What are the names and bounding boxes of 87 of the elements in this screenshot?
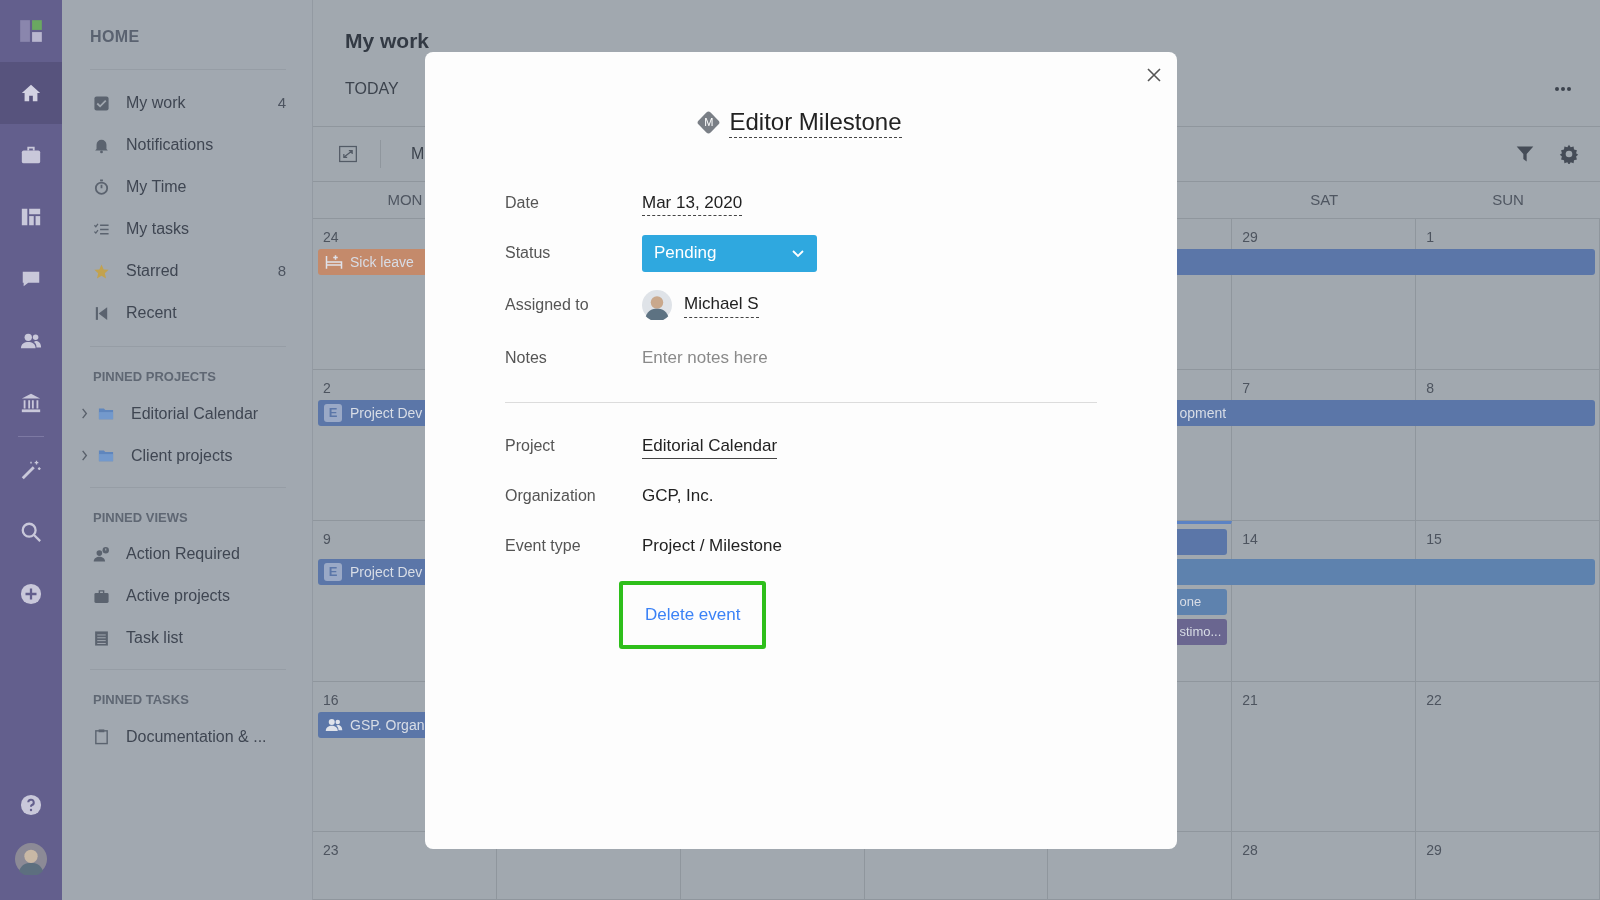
badge: E xyxy=(324,404,342,422)
nav-item[interactable]: Recent xyxy=(93,292,286,334)
chevron-icon[interactable] xyxy=(80,407,89,419)
filter-icon[interactable] xyxy=(1515,144,1535,164)
weekday-header: MON xyxy=(387,189,423,210)
milestone-badge: M xyxy=(696,110,721,135)
chevron-icon[interactable] xyxy=(80,449,89,461)
date-number: 22 xyxy=(1425,691,1442,708)
field-label: Organization xyxy=(505,486,597,506)
close-button[interactable] xyxy=(1147,68,1161,82)
section-heading: PINNED TASKS xyxy=(93,691,189,709)
badge: E xyxy=(324,563,342,581)
expand-icon[interactable] xyxy=(338,144,358,164)
avatar xyxy=(15,843,47,875)
clipboard-icon xyxy=(93,728,110,745)
field-label: Notes xyxy=(505,347,548,368)
help-icon xyxy=(20,794,42,816)
field-value: GCP, Inc. xyxy=(642,485,714,508)
view-label: M xyxy=(411,144,425,164)
section-heading: HOME xyxy=(90,0,140,70)
date-number: 28 xyxy=(1241,841,1258,858)
date-value[interactable]: Mar 13, 2020 xyxy=(642,189,743,217)
date-number: 24 xyxy=(322,228,339,245)
nav-item[interactable]: Task list xyxy=(93,617,286,659)
field-label: Assigned to xyxy=(505,294,590,315)
nav-item[interactable]: Active projects xyxy=(93,575,286,617)
more-menu-icon[interactable] xyxy=(1554,85,1572,92)
logo-icon xyxy=(18,17,44,45)
project-link[interactable]: Editorial Calendar xyxy=(642,432,778,460)
date-number: 8 xyxy=(1425,379,1434,396)
list-icon xyxy=(93,629,110,647)
section-heading: PINNED VIEWS xyxy=(93,508,188,527)
people-icon xyxy=(324,716,344,734)
briefcase-icon xyxy=(93,587,110,605)
avatar xyxy=(642,289,672,320)
bank-icon xyxy=(20,392,42,414)
nav-item[interactable]: My Time xyxy=(93,166,286,208)
star-icon xyxy=(93,262,110,280)
date-number: 1 xyxy=(1425,228,1434,245)
magic-wand-icon xyxy=(20,459,42,481)
weekday-header: SAT xyxy=(1310,189,1339,210)
date-number: 16 xyxy=(322,691,339,708)
nav-item[interactable]: Documentation & ... xyxy=(93,715,286,758)
field-label: Date xyxy=(505,193,540,213)
checkbox-icon xyxy=(93,94,110,112)
briefcase-icon xyxy=(20,144,42,166)
page-title: My work xyxy=(345,28,430,54)
field-label: Status xyxy=(505,243,552,263)
field-value: Project / Milestone xyxy=(642,535,782,558)
bed-icon xyxy=(324,253,344,271)
date-number: 21 xyxy=(1241,691,1258,708)
date-number: 23 xyxy=(322,841,339,858)
date-number: 2 xyxy=(322,379,331,396)
delete-event-button[interactable]: Delete event xyxy=(619,581,767,649)
notes-field[interactable]: Enter notes here xyxy=(642,344,1082,371)
nav-item[interactable]: My work 4 xyxy=(93,82,286,124)
skip-back-icon xyxy=(93,304,110,322)
date-number: 14 xyxy=(1241,530,1258,547)
stopwatch-icon xyxy=(93,178,110,196)
count-label: 8 xyxy=(277,260,286,281)
date-number: 29 xyxy=(1241,228,1258,245)
nav-item[interactable]: Editorial Calendar xyxy=(93,392,286,435)
nav-item[interactable]: My tasks xyxy=(93,208,286,250)
status-dropdown[interactable]: Pending xyxy=(642,234,817,272)
section-heading: PINNED PROJECTS xyxy=(93,368,216,386)
nav-item[interactable]: Starred 8 xyxy=(93,250,286,292)
nav-item[interactable]: Notifications xyxy=(93,124,286,166)
tab[interactable]: TODAY xyxy=(345,70,399,107)
field-label: Project xyxy=(505,436,556,456)
nav-item[interactable]: Client projects xyxy=(93,434,286,477)
rail-button[interactable] xyxy=(0,62,62,124)
search-icon xyxy=(20,521,42,543)
assignee-name[interactable]: Michael S xyxy=(684,291,759,318)
person-alert-icon xyxy=(93,545,110,563)
date-number: 15 xyxy=(1425,530,1442,547)
home-icon xyxy=(20,82,42,104)
date-number: 7 xyxy=(1241,379,1251,396)
board-icon xyxy=(20,206,42,228)
settings-icon[interactable] xyxy=(1559,144,1579,164)
weekday-header: SUN xyxy=(1492,189,1524,210)
dialog-title[interactable]: Editor Milestone xyxy=(729,107,902,138)
add-icon xyxy=(20,583,42,605)
date-number: 9 xyxy=(322,530,331,547)
field-label: Event type xyxy=(505,536,582,556)
date-number: 29 xyxy=(1425,841,1442,858)
nav-item[interactable]: Action Required xyxy=(93,533,286,575)
count-label: 4 xyxy=(277,92,286,113)
